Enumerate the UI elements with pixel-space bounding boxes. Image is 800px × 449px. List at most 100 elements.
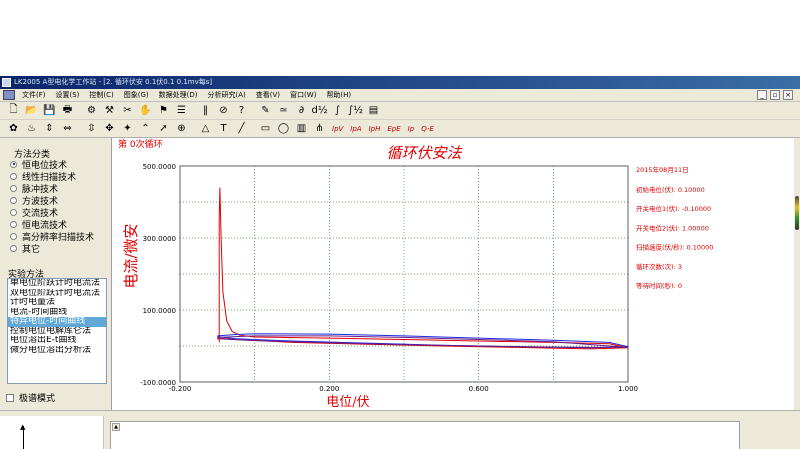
close-button[interactable]: ×	[783, 90, 793, 100]
method-category-option[interactable]: 方波技术	[10, 194, 94, 207]
open-folder-icon[interactable]: 📂	[24, 104, 39, 118]
experiment-item[interactable]: 电流-时间曲线	[8, 308, 106, 318]
menu-data-processing[interactable]: 数据处理(D)	[154, 90, 203, 100]
menu-view[interactable]: 查看(V)	[251, 90, 285, 100]
message-box[interactable]: ▲	[110, 421, 740, 449]
method-category-option[interactable]: 交流技术	[10, 206, 94, 219]
experiment-item[interactable]: 计时电量法	[8, 298, 106, 308]
experiment-item[interactable]: 单电位阶跃计时电流法	[8, 279, 106, 289]
menu-graphics[interactable]: 图象(G)	[119, 90, 154, 100]
peak-find-icon[interactable]: ⋔	[312, 122, 327, 136]
half-derivative-icon[interactable]: d½	[311, 104, 327, 118]
app-icon	[2, 78, 11, 87]
mini-plot: ▲	[0, 416, 104, 449]
new-file-icon[interactable]: 🗋	[6, 104, 21, 118]
stop-icon[interactable]: ⊘	[216, 104, 231, 118]
move-vertical-icon[interactable]: ⇳	[84, 122, 99, 136]
main-toolbar: 🗋 📂 💾 🖶 ⚙ ⚒ ✂ ✋ ⚑ ☰ ‖ ⊘? ✎ ≃ ∂ d½ ∫ ∫½ ▤	[0, 102, 800, 120]
radio-button[interactable]	[10, 208, 17, 216]
x-tick-label: 0.200	[319, 385, 339, 393]
method-category-option[interactable]: 恒电流技术	[10, 218, 94, 231]
half-integral-icon[interactable]: ∫½	[348, 104, 363, 118]
move-horizontal-icon[interactable]: ⇔	[60, 122, 75, 136]
help-icon[interactable]: ?	[234, 104, 249, 118]
menu-window[interactable]: 窗口(W)	[285, 90, 321, 100]
radio-button[interactable]	[10, 184, 17, 192]
target-icon[interactable]: ⊕	[174, 122, 189, 136]
radio-button[interactable]	[10, 244, 17, 252]
smooth-icon[interactable]: ≃	[276, 104, 291, 118]
toolbar-text-button[interactable]: Q-E	[419, 122, 436, 136]
method-category-option[interactable]: 恒电位技术	[10, 158, 94, 171]
radio-button[interactable]	[10, 196, 17, 204]
toolbar-text-button[interactable]: IpV	[330, 122, 345, 136]
graphics-toolbar: ✿ ♨ ⇕ ⇔ ⇳ ✥ ✦ ⌃ ➚ ⊕ △ T ╱ ▭ ◯ ▥ ⋔ IpV IpA IpH EpE Ip Q-E	[0, 120, 800, 138]
derivative-icon[interactable]: ∂	[294, 104, 309, 118]
minimize-button[interactable]: _	[757, 90, 767, 100]
x-tick-label: 0.600	[469, 385, 489, 393]
method-category-group: 恒电位技术 线性扫描技术 脉冲技术 方波技术 交流技术 恒电流技术 高分辨率扫描技术 其它	[10, 158, 94, 255]
restore-button[interactable]: ▫	[770, 90, 780, 100]
experiment-item[interactable]: 电位溶出E-t曲线	[8, 336, 106, 346]
param-line: 等待时间(秒): 0	[636, 281, 682, 290]
method-category-option[interactable]: 其它	[10, 242, 94, 255]
print-icon[interactable]: 🖶	[60, 104, 75, 118]
method-category-option[interactable]: 高分辨率扫描技术	[10, 230, 94, 243]
axis-icon[interactable]: ⇕	[42, 122, 57, 136]
tools-icon[interactable]: ✂	[120, 104, 135, 118]
pause-icon[interactable]: ‖	[198, 104, 213, 118]
window-title: LK2005 A型电化学工作站 - [2. 循环伏安 0.1伏0.1 0.1mv…	[14, 78, 213, 86]
menu-help[interactable]: 帮助(H)	[321, 90, 356, 100]
system-menu-icon[interactable]	[3, 90, 15, 100]
toolbar-text-button[interactable]: IpH	[367, 122, 383, 136]
monitor-icon[interactable]: ▤	[366, 104, 381, 118]
pole-mode-row[interactable]: 极谱模式	[6, 391, 55, 404]
parameter-icon[interactable]: ⚒	[102, 104, 117, 118]
flag-icon[interactable]: ⚑	[156, 104, 171, 118]
triangle-icon[interactable]: △	[198, 122, 213, 136]
method-panel: 方法分类 恒电位技术 线性扫描技术 脉冲技术 方波技术 交流技术 恒电流技术 高分辨率扫描技…	[0, 138, 112, 410]
y-tick-label: 100.0000	[143, 307, 176, 315]
toolbar-text-button[interactable]: EpE	[385, 122, 402, 136]
chart-icon[interactable]: ▥	[294, 122, 309, 136]
rectangle-tool-icon[interactable]: ▭	[258, 122, 273, 136]
param-line: 开关电位1(伏): -0.10000	[636, 204, 711, 213]
menu-file[interactable]: 文件(F)	[17, 90, 51, 100]
pen-icon[interactable]: ✎	[258, 104, 273, 118]
integral-icon[interactable]: ∫	[330, 104, 345, 118]
right-scroll-strip[interactable]	[794, 138, 800, 410]
y-axis-label: 电流/微安	[122, 223, 140, 288]
experiment-item[interactable]: 双电位阶跃计时电流法	[8, 289, 106, 299]
settings-icon[interactable]: ⚙	[84, 104, 99, 118]
experiment-item[interactable]: 控制电位电解库仑法	[8, 327, 106, 337]
radio-button[interactable]	[10, 220, 17, 228]
ellipse-tool-icon[interactable]: ◯	[276, 122, 291, 136]
toolbar-text-button[interactable]: IpA	[348, 122, 363, 136]
menu-control[interactable]: 控制(C)	[84, 90, 118, 100]
text-tool-icon[interactable]: T	[216, 122, 231, 136]
save-icon[interactable]: 💾	[42, 104, 57, 118]
pole-mode-checkbox[interactable]	[6, 393, 14, 402]
radio-button[interactable]	[10, 232, 17, 240]
lamp-icon[interactable]: ♨	[24, 122, 39, 136]
method-category-option[interactable]: 脉冲技术	[10, 182, 94, 195]
menu-analysis[interactable]: 分析研究(A)	[203, 90, 251, 100]
hand-icon[interactable]: ✋	[138, 104, 153, 118]
palette-icon[interactable]: ✿	[6, 122, 21, 136]
runner-icon[interactable]: ☰	[174, 104, 189, 118]
toolbar-text-button[interactable]: Ip	[406, 122, 417, 136]
spin-up-icon[interactable]: ▲	[112, 423, 120, 431]
line-tool-icon[interactable]: ╱	[234, 122, 249, 136]
menu-settings[interactable]: 设置(S)	[51, 90, 85, 100]
method-category-option[interactable]: 线性扫描技术	[10, 170, 94, 183]
radio-button[interactable]	[10, 160, 17, 168]
experiment-list[interactable]: 单电位阶跃计时电流法 双电位阶跃计时电流法 计时电量法 电流-时间曲线 特异电位-时间曲…	[7, 278, 107, 384]
experiment-item[interactable]: 微分电位溶出分析法	[8, 346, 106, 356]
experiment-item[interactable]: 特异电位-时间曲线	[8, 317, 106, 327]
radio-button[interactable]	[10, 172, 17, 180]
star-icon[interactable]: ✦	[120, 122, 135, 136]
cursor-arrow-icon[interactable]: ➚	[156, 122, 171, 136]
zoom-in-icon[interactable]: ✥	[102, 122, 117, 136]
menu-bar: 文件(F) 设置(S) 控制(C) 图象(G) 数据处理(D) 分析研究(A) …	[0, 89, 800, 102]
peak-icon[interactable]: ⌃	[138, 122, 153, 136]
